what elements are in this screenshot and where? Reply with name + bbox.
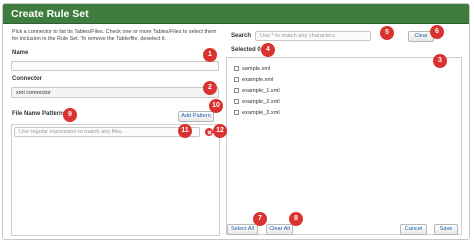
callout-badge: 8 [289, 212, 303, 226]
select-all-button[interactable]: Select All [227, 224, 258, 235]
callout-badge: 12 [213, 124, 227, 138]
file-list-item[interactable]: example_3.xml [234, 109, 280, 117]
file-name: example.xml [242, 77, 274, 83]
file-name: sample.xml [242, 66, 271, 72]
name-label: Name [12, 50, 29, 56]
search-input[interactable] [255, 31, 371, 41]
dialog-title-bar: Create Rule Set [3, 4, 469, 24]
callout-badge: 10 [209, 99, 223, 113]
file-checkbox[interactable] [234, 66, 239, 72]
add-pattern-button[interactable]: Add Pattern [178, 111, 214, 122]
connector-select[interactable]: xml connector [11, 87, 219, 98]
save-button[interactable]: Save [434, 224, 458, 235]
callout-badge: 6 [430, 25, 444, 39]
file-checkbox[interactable] [234, 99, 239, 105]
file-list-panel: sample.xml example.xml example_1.xml exa… [226, 57, 462, 235]
file-checkbox[interactable] [234, 77, 239, 83]
name-input[interactable] [11, 61, 219, 71]
file-patterns-panel [11, 124, 220, 236]
create-rule-set-dialog: Create Rule Set Pick a connector to list… [2, 3, 470, 240]
file-name: example_3.xml [242, 110, 280, 116]
callout-badge: 1 [203, 48, 217, 62]
dialog-title: Create Rule Set [11, 8, 89, 20]
search-label: Search [231, 33, 252, 39]
callout-badge: 7 [253, 212, 267, 226]
file-name: example_2.xml [242, 99, 280, 105]
dialog-instructions: Pick a connector to list its Tables/File… [12, 29, 217, 42]
file-pattern-input[interactable] [14, 127, 200, 137]
connector-selected-value: xml connector [16, 90, 51, 96]
selected-label: Selected [231, 47, 256, 53]
file-list-item[interactable]: example_2.xml [234, 98, 280, 106]
cancel-button[interactable]: Cancel [400, 224, 427, 235]
callout-badge: 2 [203, 81, 217, 95]
file-name: example_1.xml [242, 88, 280, 94]
callout-badge: 11 [178, 124, 192, 138]
file-list-item[interactable]: example_1.xml [234, 87, 280, 95]
selected-count: Selected 0 [231, 47, 261, 53]
callout-badge: 4 [261, 43, 275, 57]
connector-label: Connector [12, 76, 42, 82]
callout-badge: 3 [433, 54, 447, 68]
remove-pattern-icon[interactable] [205, 128, 213, 136]
callout-badge: 9 [63, 108, 77, 122]
file-list-item[interactable]: example.xml [234, 76, 273, 84]
file-checkbox[interactable] [234, 110, 239, 116]
callout-badge: 5 [380, 26, 394, 40]
clear-all-button[interactable]: Clear All [266, 224, 293, 235]
file-list-item[interactable]: sample.xml [234, 65, 270, 73]
file-checkbox[interactable] [234, 88, 239, 94]
file-name-patterns-label: File Name Patterns [12, 111, 67, 117]
